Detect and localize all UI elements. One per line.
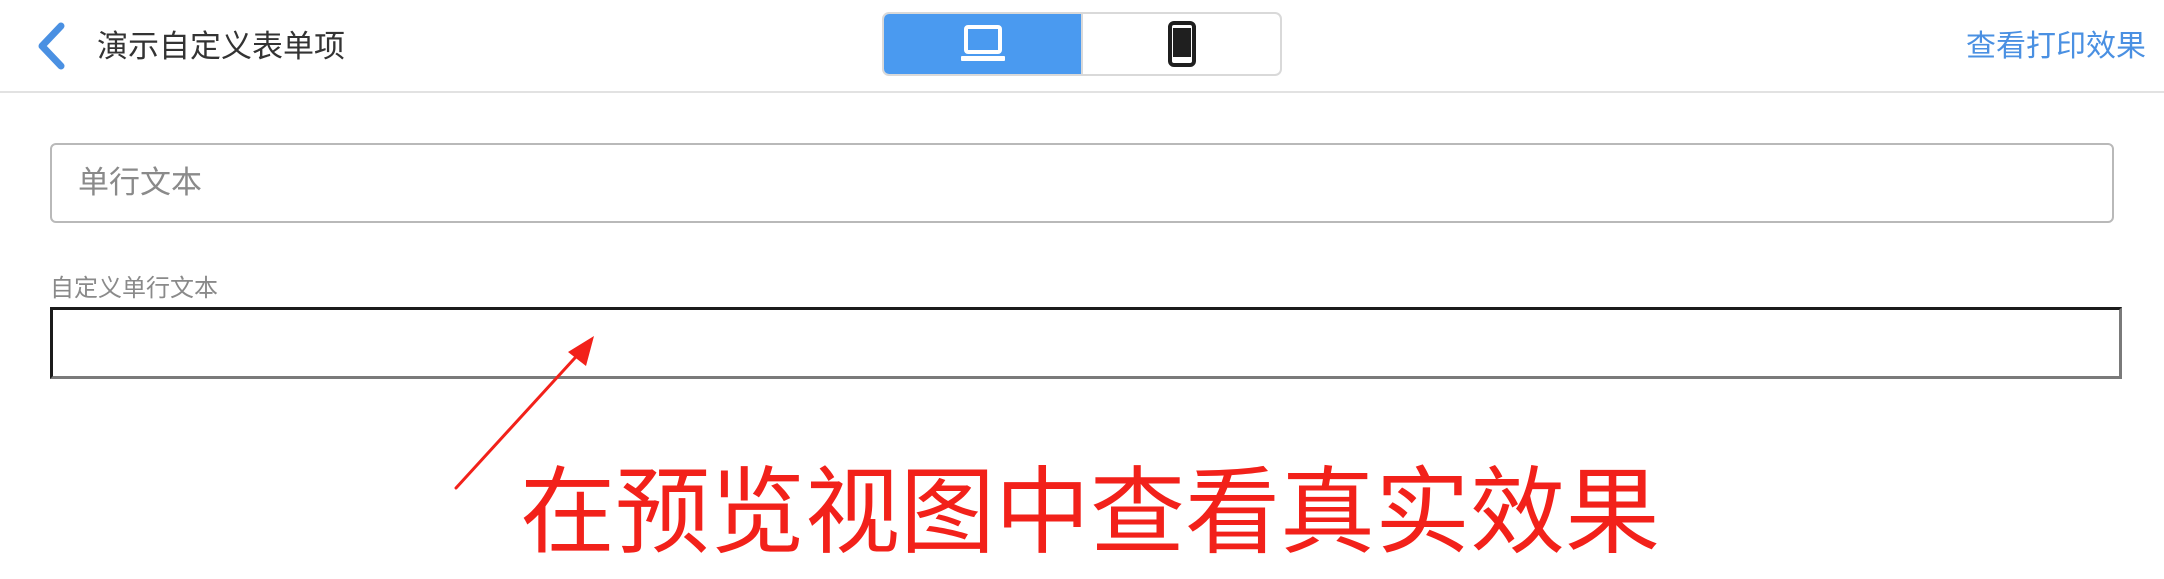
custom-field-label: 自定义单行文本 [50,274,218,302]
top-bar: 演示自定义表单项 查看打印效果 [0,0,2164,93]
page: 演示自定义表单项 查看打印效果 单行文本 自定义单行文本 在预览视图中查看真实效… [0,0,2164,579]
custom-single-line-input[interactable] [50,307,2122,379]
view-print-effect-link[interactable]: 查看打印效果 [1966,22,2146,72]
annotation-text: 在预览视图中查看真实效果 [520,458,1661,568]
mobile-view-button[interactable] [1081,14,1280,74]
desktop-monitor-icon [960,25,1005,61]
mobile-phone-icon [1167,21,1196,67]
page-title: 演示自定义表单项 [97,29,345,65]
back-button[interactable] [28,18,74,74]
view-mode-toggle [882,12,1282,76]
desktop-view-button[interactable] [884,14,1081,74]
chevron-left-icon [38,22,65,70]
single-line-text-field[interactable]: 单行文本 [50,143,2114,223]
